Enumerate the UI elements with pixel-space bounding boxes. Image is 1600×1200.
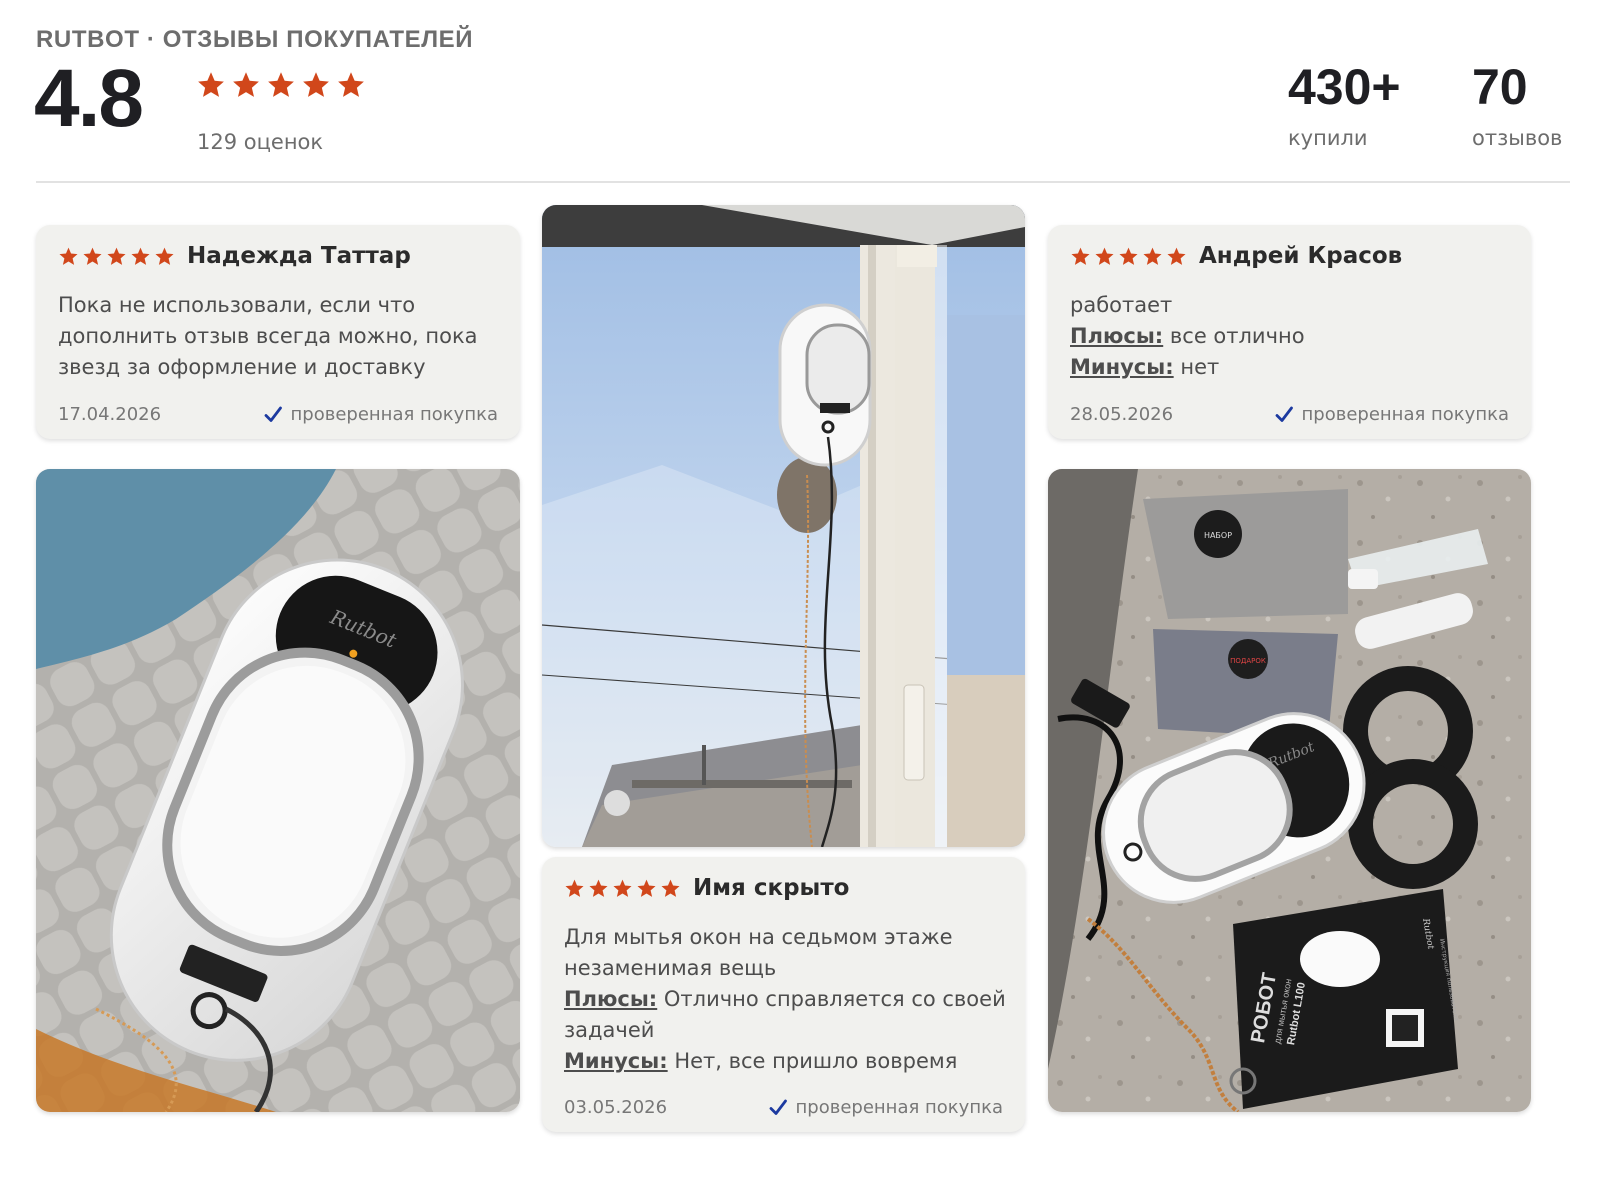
review-pros: Плюсы: Отлично справляется со своей зада… bbox=[564, 984, 1007, 1046]
star-icon bbox=[589, 879, 608, 897]
review-date: 17.04.2026 bbox=[58, 404, 162, 425]
star-icon bbox=[613, 879, 632, 897]
star-icon bbox=[233, 72, 259, 97]
verified-badge: проверенная покупка bbox=[768, 1097, 1003, 1118]
review-date: 03.05.2026 bbox=[564, 1097, 668, 1118]
star-icon bbox=[303, 72, 329, 97]
star-icon bbox=[1119, 247, 1138, 265]
verified-label: проверенная покупка bbox=[795, 1097, 1003, 1118]
review-date: 28.05.2026 bbox=[1070, 404, 1174, 425]
review-header: Надежда Таттар bbox=[58, 243, 411, 269]
review-text: Для мытья окон на седьмом этаже незамени… bbox=[564, 922, 1007, 1077]
stat-bought: 430+ купили bbox=[1288, 62, 1401, 150]
stat-reviews-value: 70 bbox=[1472, 59, 1528, 115]
review-text-main: Пока не использовали, если что дополнить… bbox=[58, 293, 478, 379]
stat-reviews: 70 отзывов bbox=[1472, 62, 1562, 150]
review-header: Имя скрыто bbox=[564, 875, 849, 901]
stat-bought-value: 430+ bbox=[1288, 59, 1401, 115]
star-icon bbox=[131, 247, 150, 265]
robot-window-image bbox=[542, 205, 1025, 847]
review-author[interactable]: Имя скрыто bbox=[693, 875, 849, 901]
star-icon bbox=[661, 879, 680, 897]
pros-text: все отлично bbox=[1169, 324, 1305, 348]
star-icon bbox=[1095, 247, 1114, 265]
star-icon bbox=[107, 247, 126, 265]
gloves-label: ПОДАРОК bbox=[1230, 657, 1266, 665]
review-stars bbox=[564, 878, 681, 899]
verified-badge: проверенная покупка bbox=[263, 404, 498, 425]
cons-label: Минусы: bbox=[1070, 355, 1174, 379]
review-text-main: работает bbox=[1070, 293, 1173, 317]
checkmark-icon bbox=[769, 1099, 787, 1115]
verified-badge: проверенная покупка bbox=[1274, 404, 1509, 425]
review-card[interactable]: Андрей Красов работает Плюсы: все отличн… bbox=[1048, 225, 1531, 439]
average-rating: 4.8 bbox=[34, 53, 144, 144]
review-pros: Плюсы: все отлично bbox=[1070, 321, 1513, 352]
review-text: работает Плюсы: все отлично Минусы: нет bbox=[1070, 290, 1513, 383]
review-author[interactable]: Андрей Красов bbox=[1199, 243, 1402, 269]
cons-label: Минусы: bbox=[564, 1049, 668, 1073]
review-cons: Минусы: нет bbox=[1070, 352, 1513, 383]
star-icon bbox=[1167, 247, 1186, 265]
verified-label: проверенная покупка bbox=[290, 404, 498, 425]
review-stars bbox=[1070, 246, 1187, 267]
review-header: Андрей Красов bbox=[1070, 243, 1402, 269]
stat-bought-label: купили bbox=[1288, 126, 1368, 150]
review-photo-robot-closeup[interactable]: Rutbot bbox=[36, 469, 520, 1112]
review-footer: 17.04.2026 проверенная покупка bbox=[58, 404, 498, 425]
review-cons: Минусы: Нет, все пришло вовремя bbox=[564, 1046, 1007, 1077]
review-stars bbox=[58, 246, 175, 267]
brand-title: RUTBOT · ОТЗЫВЫ ПОКУПАТЕЛЕЙ bbox=[36, 26, 474, 53]
star-icon bbox=[155, 247, 174, 265]
review-footer: 03.05.2026 проверенная покупка bbox=[564, 1097, 1003, 1118]
stat-reviews-label: отзывов bbox=[1472, 126, 1563, 150]
star-icon bbox=[83, 247, 102, 265]
review-footer: 28.05.2026 проверенная покупка bbox=[1070, 404, 1509, 425]
star-icon bbox=[198, 72, 224, 97]
rating-count: 129 оценок bbox=[197, 130, 324, 154]
review-card[interactable]: Надежда Таттар Пока не использовали, есл… bbox=[36, 225, 520, 439]
cons-text: Нет, все пришло вовремя bbox=[674, 1049, 958, 1073]
review-photo-robot-window[interactable] bbox=[542, 205, 1025, 847]
review-text-main: Для мытья окон на седьмом этаже незамени… bbox=[564, 925, 953, 980]
review-card[interactable]: Имя скрыто Для мытья окон на седьмом эта… bbox=[542, 857, 1025, 1132]
star-icon bbox=[1143, 247, 1162, 265]
verified-label: проверенная покупка bbox=[1301, 404, 1509, 425]
review-text: Пока не использовали, если что дополнить… bbox=[58, 290, 502, 383]
star-icon bbox=[1071, 247, 1090, 265]
kit-contents-image: НАБОР ПОДАРОК Rutbot РОБОТ для мытья око… bbox=[1048, 469, 1531, 1112]
star-icon bbox=[268, 72, 294, 97]
header-stars bbox=[196, 70, 366, 100]
robot-closeup-image: Rutbot bbox=[36, 469, 520, 1112]
checkmark-icon bbox=[264, 406, 282, 422]
star-icon bbox=[338, 72, 364, 97]
review-author[interactable]: Надежда Таттар bbox=[187, 243, 411, 269]
star-icon bbox=[59, 247, 78, 265]
review-photo-kit-contents[interactable]: НАБОР ПОДАРОК Rutbot РОБОТ для мытья око… bbox=[1048, 469, 1531, 1112]
star-icon bbox=[637, 879, 656, 897]
bag-label: НАБОР bbox=[1204, 531, 1232, 540]
pros-label: Плюсы: bbox=[564, 987, 658, 1011]
pros-label: Плюсы: bbox=[1070, 324, 1164, 348]
header-divider bbox=[36, 181, 1570, 183]
star-icon bbox=[565, 879, 584, 897]
cons-text: нет bbox=[1180, 355, 1220, 379]
checkmark-icon bbox=[1275, 406, 1293, 422]
